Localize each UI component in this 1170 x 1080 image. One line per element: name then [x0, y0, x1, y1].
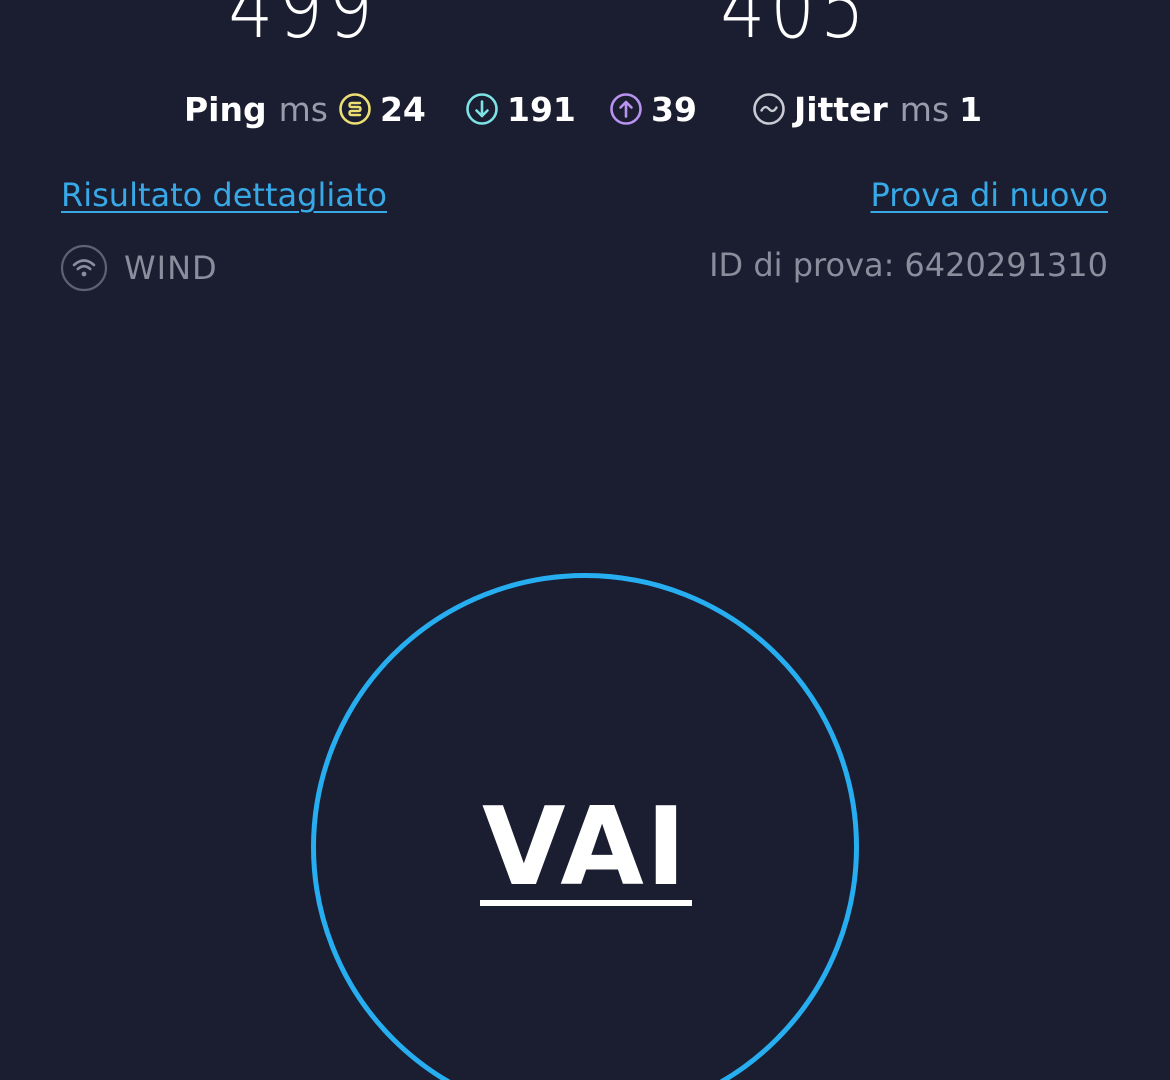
ping-upload-value: 39 — [651, 89, 697, 129]
ping-idle-value: 24 — [379, 89, 426, 129]
download-arrow-icon — [465, 92, 499, 126]
go-label-underline — [480, 900, 692, 906]
ping-idle-stat: Ping ms 24 — [184, 86, 426, 132]
detailed-result-link[interactable]: Risultato dettagliato — [61, 176, 387, 214]
jitter-wave-icon — [752, 92, 786, 126]
latency-stats-row: Ping ms 24 191 39 Jitter ms 1 — [0, 86, 1170, 132]
ping-upload-stat: 39 — [609, 86, 697, 132]
connection-provider: WIND — [60, 244, 218, 292]
ping-download-stat: 191 — [465, 86, 576, 132]
speedtest-result-screen: 499 405 Ping ms 24 191 39 Jitter ms 1 Ri… — [0, 0, 1170, 1080]
idle-latency-icon — [338, 92, 372, 126]
go-button-label: VAI — [481, 785, 689, 910]
test-id-label: ID di prova: — [709, 246, 895, 284]
ping-label: Ping — [184, 89, 267, 129]
upload-arrow-icon — [609, 92, 643, 126]
retry-link[interactable]: Prova di nuovo — [870, 176, 1108, 214]
jitter-unit: ms — [899, 89, 950, 129]
provider-name: WIND — [124, 249, 218, 287]
ping-download-value: 191 — [507, 89, 576, 129]
jitter-label: Jitter — [794, 89, 888, 129]
jitter-stat: Jitter ms 1 — [752, 86, 982, 132]
wifi-icon — [60, 244, 108, 292]
test-id: ID di prova: 6420291310 — [709, 246, 1108, 284]
go-button[interactable]: VAI — [311, 573, 859, 1080]
ping-unit: ms — [278, 89, 328, 129]
download-speed-value: 499 — [228, 0, 378, 58]
jitter-value: 1 — [959, 89, 983, 129]
test-id-value: 6420291310 — [904, 246, 1108, 284]
upload-speed-value: 405 — [720, 0, 870, 58]
